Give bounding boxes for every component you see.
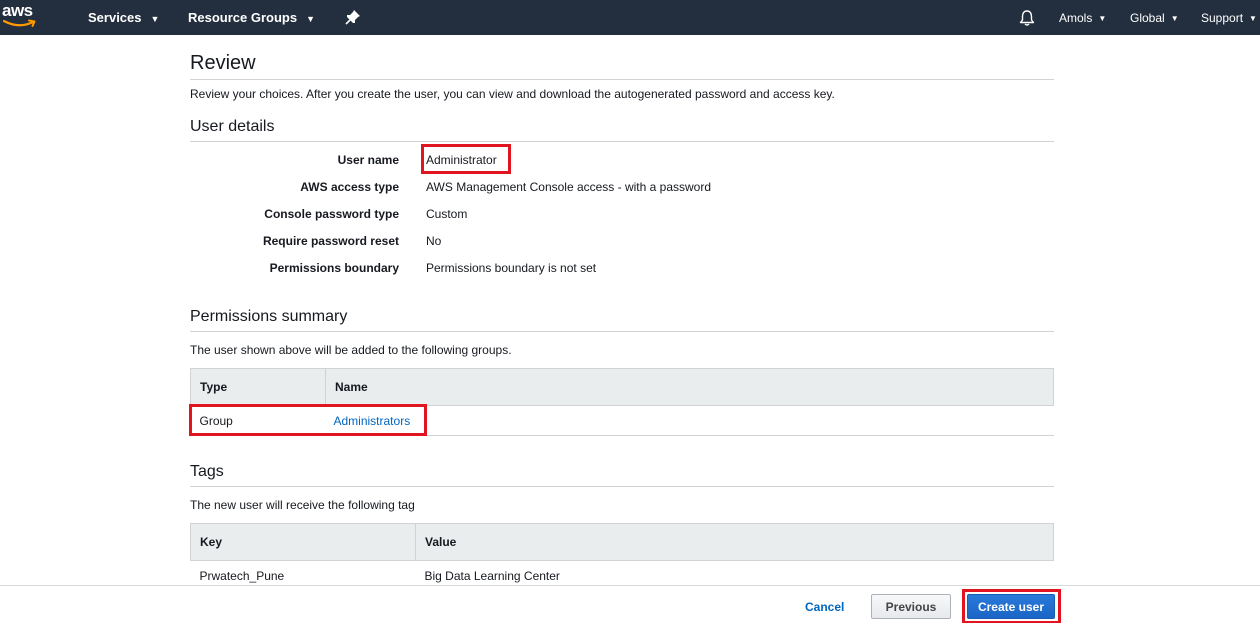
previous-button[interactable]: Previous [871, 594, 951, 619]
support-label: Support [1201, 10, 1244, 25]
region-label: Global [1130, 10, 1165, 25]
user-details-heading: User details [190, 118, 275, 135]
column-header-key: Key [190, 523, 416, 561]
password-type-label: Console password type [264, 207, 399, 221]
resource-groups-label: Resource Groups [188, 10, 298, 25]
tags-table: Key Value Prwatech_Pune Big Data Learnin… [190, 523, 1054, 591]
create-user-button[interactable]: Create user [967, 594, 1055, 619]
tags-description: The new user will receive the following … [190, 498, 415, 512]
wizard-footer: Cancel Previous Create user [0, 585, 1260, 623]
permissions-boundary-value: Permissions boundary is not set [426, 261, 597, 275]
administrators-group-link[interactable]: Administrators [334, 414, 411, 428]
table-header-row: Key Value [190, 523, 1054, 561]
table-header-row: Type Name [190, 368, 1054, 406]
column-header-type: Type [190, 368, 326, 406]
caret-down-icon: ▼ [306, 13, 316, 24]
tags-heading: Tags [190, 463, 224, 480]
permissions-table: Type Name Group Administrators [190, 368, 1054, 436]
caret-down-icon: ▼ [1170, 14, 1179, 23]
divider [190, 486, 1054, 487]
cancel-button[interactable]: Cancel [797, 596, 852, 618]
bell-icon[interactable] [1018, 9, 1036, 27]
account-menu[interactable]: Amols ▼ [1059, 0, 1106, 35]
access-type-value: AWS Management Console access - with a p… [426, 180, 712, 194]
aws-smile-icon [3, 19, 36, 27]
password-reset-label: Require password reset [262, 234, 399, 248]
column-header-name: Name [325, 368, 1054, 406]
password-reset-value: No [426, 234, 442, 248]
divider [190, 331, 1054, 332]
resource-groups-menu[interactable]: Resource Groups ▼ [188, 0, 315, 35]
user-name-label: User name [337, 153, 399, 167]
caret-down-icon: ▼ [150, 13, 160, 24]
account-name: Amols [1059, 10, 1093, 25]
support-menu[interactable]: Support ▼ [1201, 0, 1257, 35]
aws-logo[interactable]: aws [0, 0, 44, 35]
group-type-cell: Group [190, 405, 326, 436]
access-type-label: AWS access type [300, 180, 399, 194]
pin-icon[interactable] [345, 9, 361, 25]
review-description: Review your choices. After you create th… [190, 87, 835, 101]
password-type-value: Custom [426, 207, 468, 221]
user-name-value: Administrator [426, 153, 497, 167]
divider [190, 79, 1054, 80]
page-title: Review [190, 52, 256, 74]
table-row: Group Administrators [190, 405, 1054, 436]
services-menu[interactable]: Services ▼ [88, 0, 159, 35]
services-label: Services [88, 10, 142, 25]
top-navigation-bar: aws Services ▼ Resource Groups ▼ Amols ▼… [0, 0, 1260, 35]
caret-down-icon: ▼ [1098, 14, 1107, 23]
column-header-value: Value [415, 523, 1054, 561]
divider [190, 141, 1054, 142]
region-menu[interactable]: Global ▼ [1130, 0, 1179, 35]
aws-logo-text: aws [2, 1, 33, 20]
permissions-summary-heading: Permissions summary [190, 308, 348, 325]
permissions-boundary-label: Permissions boundary [269, 261, 399, 275]
caret-down-icon: ▼ [1249, 14, 1257, 23]
permissions-description: The user shown above will be added to th… [190, 343, 512, 357]
